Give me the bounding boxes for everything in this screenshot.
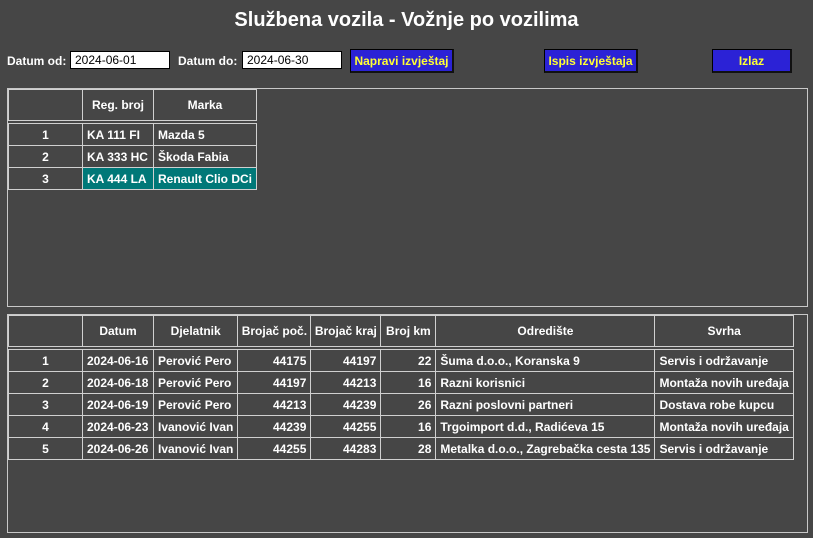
trip-row[interactable]: 3 2024-06-19 Perović Pero 44213 44239 26… xyxy=(8,393,794,416)
window-title: Službena vozila - Vožnje po vozilima xyxy=(234,9,579,31)
date-from-input[interactable] xyxy=(70,51,170,69)
trip-employee[interactable]: Ivanović Ivan xyxy=(152,437,239,460)
trip-date[interactable]: 2024-06-16 xyxy=(82,349,154,372)
trip-destination[interactable]: Metalka d.o.o., Zagrebačka cesta 135 xyxy=(435,437,656,460)
vehicle-row-number: 1 xyxy=(8,123,83,146)
trips-header-counter-end[interactable]: Brojač kraj xyxy=(310,315,382,347)
trip-row-number: 3 xyxy=(8,393,83,416)
vehicle-make[interactable]: Škoda Fabia xyxy=(152,145,258,168)
trip-destination[interactable]: Trgoimport d.d., Radićeva 15 xyxy=(435,415,656,438)
trip-employee[interactable]: Ivanović Ivan xyxy=(152,415,239,438)
trip-km[interactable]: 22 xyxy=(380,349,437,372)
date-to-input[interactable] xyxy=(242,51,342,69)
trip-row-number: 2 xyxy=(8,371,83,394)
trip-counter-start[interactable]: 44213 xyxy=(237,393,312,416)
vehicles-header-row: Reg. broj Marka xyxy=(8,89,258,121)
vehicle-row[interactable]: 1 KA 111 FI Mazda 5 xyxy=(8,123,258,146)
trip-counter-end[interactable]: 44255 xyxy=(310,415,382,438)
vehicles-header-rowno xyxy=(8,89,83,121)
trip-row-number: 5 xyxy=(8,437,83,460)
trip-row[interactable]: 4 2024-06-23 Ivanović Ivan 44239 44255 1… xyxy=(8,415,794,438)
trip-counter-end[interactable]: 44239 xyxy=(310,393,382,416)
vehicles-header-reg[interactable]: Reg. broj xyxy=(82,89,154,121)
vehicle-reg[interactable]: KA 333 HC xyxy=(82,145,154,168)
trip-row[interactable]: 5 2024-06-26 Ivanović Ivan 44255 44283 2… xyxy=(8,437,794,460)
vehicle-reg[interactable]: KA 111 FI xyxy=(82,123,154,146)
trip-counter-start[interactable]: 44175 xyxy=(237,349,312,372)
trips-table: Datum Djelatnik Brojač poč. Brojač kraj … xyxy=(8,315,794,460)
trip-km[interactable]: 16 xyxy=(380,371,437,394)
vehicle-row[interactable]: 2 KA 333 HC Škoda Fabia xyxy=(8,145,258,168)
trip-counter-end[interactable]: 44213 xyxy=(310,371,382,394)
trip-row-number: 1 xyxy=(8,349,83,372)
make-report-button[interactable]: Napravi izvještaj xyxy=(350,49,454,73)
vehicle-make[interactable]: Mazda 5 xyxy=(152,123,258,146)
vehicle-row-number: 3 xyxy=(8,167,83,190)
vehicle-row-number: 2 xyxy=(8,145,83,168)
trip-date[interactable]: 2024-06-18 xyxy=(82,371,154,394)
trips-header-rowno xyxy=(8,315,83,347)
trip-destination[interactable]: Šuma d.o.o., Koranska 9 xyxy=(435,349,656,372)
exit-button[interactable]: Izlaz xyxy=(712,49,792,73)
trip-employee[interactable]: Perović Pero xyxy=(152,371,239,394)
print-report-button[interactable]: Ispis izvještaja xyxy=(544,49,638,73)
trip-employee[interactable]: Perović Pero xyxy=(152,393,239,416)
date-to-label: Datum do: xyxy=(178,54,238,68)
trip-row[interactable]: 1 2024-06-16 Perović Pero 44175 44197 22… xyxy=(8,349,794,372)
trips-header-counter-start[interactable]: Brojač poč. xyxy=(237,315,312,347)
vehicles-panel: Reg. broj Marka 1 KA 111 FI Mazda 5 2 KA… xyxy=(7,88,808,307)
trip-date[interactable]: 2024-06-23 xyxy=(82,415,154,438)
vehicles-header-make[interactable]: Marka xyxy=(152,89,258,121)
trips-header-purpose[interactable]: Svrha xyxy=(654,315,794,347)
trip-destination[interactable]: Razni korisnici xyxy=(435,371,656,394)
vehicle-row-selected[interactable]: 3 KA 444 LA Renault Clio DCi xyxy=(8,167,258,190)
trip-date[interactable]: 2024-06-19 xyxy=(82,393,154,416)
trip-km[interactable]: 26 xyxy=(380,393,437,416)
vehicles-table: Reg. broj Marka 1 KA 111 FI Mazda 5 2 KA… xyxy=(8,89,258,190)
trip-destination[interactable]: Razni poslovni partneri xyxy=(435,393,656,416)
trip-purpose[interactable]: Servis i održavanje xyxy=(654,349,794,372)
trip-row-number: 4 xyxy=(8,415,83,438)
trips-header-date[interactable]: Datum xyxy=(82,315,154,347)
trip-purpose[interactable]: Montaža novih uređaja xyxy=(654,371,794,394)
trips-header-row: Datum Djelatnik Brojač poč. Brojač kraj … xyxy=(8,315,794,347)
trips-header-km[interactable]: Broj km xyxy=(380,315,437,347)
trip-counter-end[interactable]: 44197 xyxy=(310,349,382,372)
trip-counter-start[interactable]: 44255 xyxy=(237,437,312,460)
trip-purpose[interactable]: Servis i održavanje xyxy=(654,437,794,460)
trip-date[interactable]: 2024-06-26 xyxy=(82,437,154,460)
trip-counter-start[interactable]: 44239 xyxy=(237,415,312,438)
trips-header-destination[interactable]: Odredište xyxy=(435,315,656,347)
vehicle-make[interactable]: Renault Clio DCi xyxy=(152,167,258,190)
trip-counter-end[interactable]: 44283 xyxy=(310,437,382,460)
trip-purpose[interactable]: Montaža novih uređaja xyxy=(654,415,794,438)
trips-panel: Datum Djelatnik Brojač poč. Brojač kraj … xyxy=(7,314,808,533)
vehicle-reg[interactable]: KA 444 LA xyxy=(82,167,154,190)
trip-km[interactable]: 28 xyxy=(380,437,437,460)
trip-purpose[interactable]: Dostava robe kupcu xyxy=(654,393,794,416)
trip-counter-start[interactable]: 44197 xyxy=(237,371,312,394)
trip-km[interactable]: 16 xyxy=(380,415,437,438)
trip-employee[interactable]: Perović Pero xyxy=(152,349,239,372)
date-from-label: Datum od: xyxy=(7,54,67,68)
trip-row[interactable]: 2 2024-06-18 Perović Pero 44197 44213 16… xyxy=(8,371,794,394)
trips-header-employee[interactable]: Djelatnik xyxy=(152,315,239,347)
